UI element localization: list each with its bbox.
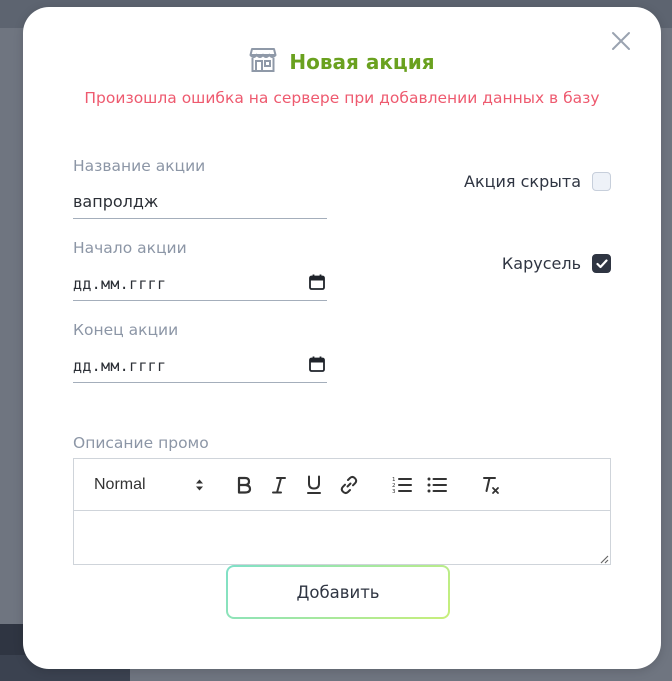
italic-icon[interactable] <box>267 473 291 497</box>
select-arrows-icon <box>196 479 203 491</box>
bullet-list-icon[interactable] <box>425 473 449 497</box>
editor-toolbar: Normal 123 <box>74 459 610 511</box>
description-label: Описание промо <box>73 434 209 452</box>
end-date-label: Конец акции <box>73 321 179 339</box>
clear-format-icon[interactable] <box>479 473 503 497</box>
description-editor: Normal 123 <box>73 458 611 565</box>
carousel-checkbox[interactable] <box>592 254 611 273</box>
error-message: Произошла ошибка на сервере при добавлен… <box>84 89 600 107</box>
description-textarea[interactable] <box>74 511 610 565</box>
promo-name-field: Название акции вапролдж <box>73 157 327 219</box>
end-date-field: Конец акции дд.мм.гггг <box>73 321 327 383</box>
end-date-value: дд.мм.гггг <box>73 356 167 375</box>
calendar-icon[interactable] <box>309 274 325 294</box>
format-select[interactable]: Normal <box>94 473 204 497</box>
hidden-promo-label: Акция скрыта <box>464 172 581 191</box>
start-date-input[interactable]: дд.мм.гггг <box>73 267 327 301</box>
underline-icon[interactable] <box>302 473 326 497</box>
carousel-label: Карусель <box>501 254 581 273</box>
start-date-label: Начало акции <box>73 239 187 257</box>
link-icon[interactable] <box>337 473 361 497</box>
promo-name-label: Название акции <box>73 157 206 175</box>
hidden-promo-checkbox[interactable] <box>592 172 611 191</box>
start-date-value: дд.мм.гггг <box>73 274 167 293</box>
start-date-field: Начало акции дд.мм.гггг <box>73 239 327 301</box>
bold-icon[interactable] <box>232 473 256 497</box>
modal-header: Новая акция <box>23 47 661 77</box>
hidden-promo-toggle[interactable]: Акция скрыта <box>464 172 611 191</box>
store-icon <box>249 47 277 77</box>
resize-grip-icon[interactable] <box>600 555 609 564</box>
modal-title: Новая акция <box>289 50 435 74</box>
add-button[interactable]: Добавить <box>226 565 450 619</box>
new-promo-modal: Новая акция Произошла ошибка на сервере … <box>23 7 661 669</box>
calendar-icon[interactable] <box>309 356 325 376</box>
format-select-value: Normal <box>94 476 146 493</box>
promo-name-value: вапролдж <box>73 192 159 211</box>
ordered-list-icon[interactable]: 123 <box>390 473 414 497</box>
svg-text:3: 3 <box>392 489 396 494</box>
end-date-input[interactable]: дд.мм.гггг <box>73 349 327 383</box>
promo-name-input[interactable]: вапролдж <box>73 185 327 219</box>
check-icon <box>595 258 608 268</box>
carousel-toggle[interactable]: Карусель <box>502 254 611 273</box>
